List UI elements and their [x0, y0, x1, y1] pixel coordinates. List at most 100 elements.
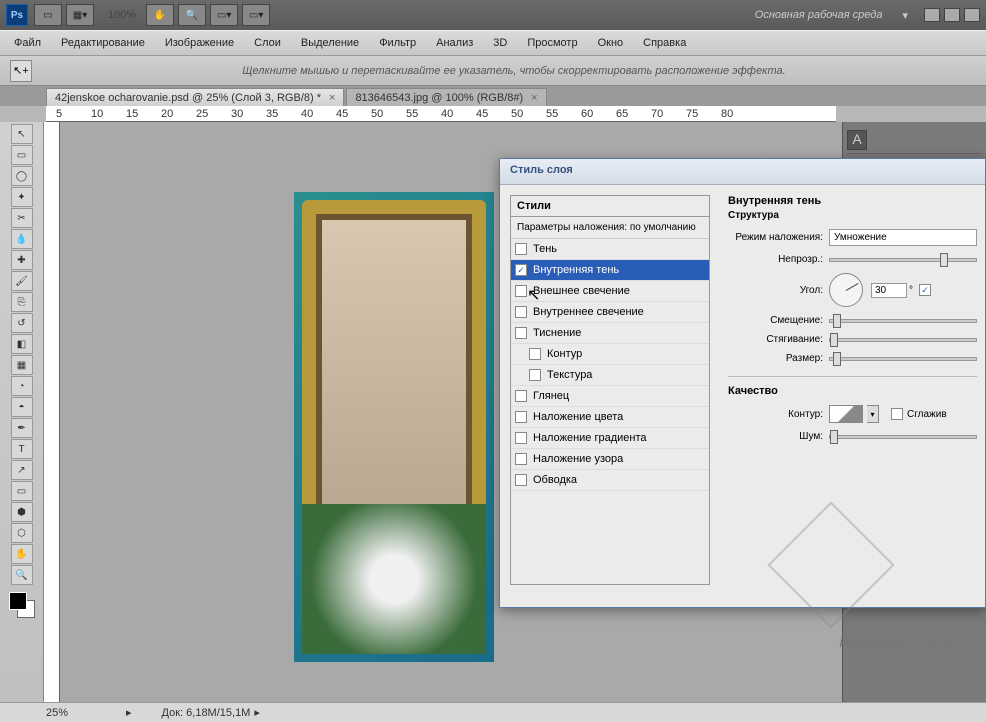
close-icon[interactable]: ×	[329, 92, 335, 104]
zoom-tool-icon[interactable]: 🔍	[178, 4, 206, 26]
path-tool[interactable]: ↗	[11, 460, 33, 480]
titlebar-btn-1[interactable]: ▭	[34, 4, 62, 26]
effect-drop-shadow[interactable]: Тень	[511, 239, 709, 260]
eraser-tool[interactable]: ◧	[11, 334, 33, 354]
effect-satin[interactable]: Глянец	[511, 386, 709, 407]
dialog-title: Стиль слоя	[500, 159, 985, 185]
status-bar: 25% ▸ Док: 6,18M/15,1M ▸	[0, 702, 986, 722]
distance-slider[interactable]	[829, 319, 977, 323]
contour-swatch[interactable]	[829, 405, 863, 423]
move-tool-icon[interactable]: ↖+	[10, 60, 32, 82]
maximize-button[interactable]	[944, 8, 960, 22]
titlebar-btn-2[interactable]: ▦▾	[66, 4, 94, 26]
close-icon[interactable]: ×	[531, 92, 537, 104]
brush-tool[interactable]: 🖌	[11, 271, 33, 291]
effect-contour[interactable]: Контур	[511, 344, 709, 365]
effect-outer-glow[interactable]: Внешнее свечение	[511, 281, 709, 302]
options-hint: Щелкните мышью и перетаскивайте ее указа…	[52, 65, 976, 77]
checkbox[interactable]: ✓	[515, 264, 527, 276]
blend-mode-dropdown[interactable]: Умножение	[829, 229, 977, 246]
anti-alias-checkbox[interactable]	[891, 408, 903, 420]
menu-edit[interactable]: Редактирование	[51, 33, 155, 53]
character-panel[interactable]: A	[847, 126, 982, 154]
move-tool[interactable]: ↖	[11, 124, 33, 144]
vertical-ruler	[44, 122, 60, 702]
noise-slider[interactable]	[829, 435, 977, 439]
color-swatch[interactable]	[9, 592, 35, 618]
effect-color-overlay[interactable]: Наложение цвета	[511, 407, 709, 428]
document-image[interactable]	[294, 192, 494, 662]
effect-pattern-overlay[interactable]: Наложение узора	[511, 449, 709, 470]
effect-inner-glow[interactable]: Внутреннее свечение	[511, 302, 709, 323]
checkbox[interactable]	[529, 348, 541, 360]
hand-tool[interactable]: ✋	[11, 544, 33, 564]
fg-color[interactable]	[9, 592, 27, 610]
3d-tool[interactable]: ⬢	[11, 502, 33, 522]
menu-filter[interactable]: Фильтр	[369, 33, 426, 53]
checkbox[interactable]	[515, 411, 527, 423]
effect-bevel[interactable]: Тиснение	[511, 323, 709, 344]
marquee-tool[interactable]: ▭	[11, 145, 33, 165]
doc-tab-1[interactable]: 42jenskoe ocharovanie.psd @ 25% (Слой 3,…	[46, 88, 344, 106]
gradient-tool[interactable]: ▦	[11, 355, 33, 375]
menu-layer[interactable]: Слои	[244, 33, 291, 53]
type-tool[interactable]: T	[11, 439, 33, 459]
menu-3d[interactable]: 3D	[483, 33, 517, 53]
screen-mode-icon[interactable]: ▭▾	[210, 4, 238, 26]
choke-slider[interactable]	[829, 338, 977, 342]
minimize-button[interactable]	[924, 8, 940, 22]
close-button[interactable]	[964, 8, 980, 22]
status-zoom[interactable]: 25%	[46, 707, 126, 719]
crop-tool[interactable]: ✂	[11, 208, 33, 228]
menu-file[interactable]: Файл	[4, 33, 51, 53]
effect-gradient-overlay[interactable]: Наложение градиента	[511, 428, 709, 449]
effect-inner-shadow[interactable]: ✓Внутренняя тень	[511, 260, 709, 281]
checkbox[interactable]	[515, 285, 527, 297]
menu-help[interactable]: Справка	[633, 33, 696, 53]
checkbox[interactable]	[515, 432, 527, 444]
opacity-slider[interactable]	[829, 258, 977, 262]
contour-dropdown-icon[interactable]: ▾	[867, 405, 879, 423]
zoom-tool[interactable]: 🔍	[11, 565, 33, 585]
menu-image[interactable]: Изображение	[155, 33, 244, 53]
eyedropper-tool[interactable]: 💧	[11, 229, 33, 249]
history-brush-tool[interactable]: ↺	[11, 313, 33, 333]
pen-tool[interactable]: ✒	[11, 418, 33, 438]
checkbox[interactable]	[515, 453, 527, 465]
checkbox[interactable]	[515, 243, 527, 255]
blending-options[interactable]: Параметры наложения: по умолчанию	[511, 217, 709, 239]
wand-tool[interactable]: ✦	[11, 187, 33, 207]
styles-header[interactable]: Стили	[511, 196, 709, 217]
shape-tool[interactable]: ▭	[11, 481, 33, 501]
choke-label: Стягивание:	[728, 334, 823, 345]
menu-analysis[interactable]: Анализ	[426, 33, 483, 53]
checkbox[interactable]	[515, 474, 527, 486]
checkbox[interactable]	[515, 327, 527, 339]
workspace-selector[interactable]: Основная рабочая среда	[755, 9, 883, 21]
3d-cam-tool[interactable]: ⬡	[11, 523, 33, 543]
zoom-indicator: 100%	[108, 9, 136, 21]
checkbox[interactable]	[529, 369, 541, 381]
heal-tool[interactable]: ✚	[11, 250, 33, 270]
status-doc-info: Док: 6,18M/15,1M	[162, 707, 251, 719]
checkbox[interactable]	[515, 390, 527, 402]
anti-alias-label: Сглажив	[907, 409, 947, 420]
effect-texture[interactable]: Текстура	[511, 365, 709, 386]
global-light-checkbox[interactable]: ✓	[919, 284, 931, 296]
dodge-tool[interactable]: ◓	[11, 397, 33, 417]
menu-window[interactable]: Окно	[588, 33, 634, 53]
lasso-tool[interactable]: ◯	[11, 166, 33, 186]
angle-input[interactable]	[871, 283, 907, 298]
menu-view[interactable]: Просмотр	[517, 33, 587, 53]
angle-dial[interactable]	[829, 273, 863, 307]
checkbox[interactable]	[515, 306, 527, 318]
workspace-dropdown-icon[interactable]: ▾	[902, 9, 908, 22]
blur-tool[interactable]: ◔	[11, 376, 33, 396]
arrange-icon[interactable]: ▭▾	[242, 4, 270, 26]
doc-tab-2[interactable]: 813646543.jpg @ 100% (RGB/8#) ×	[346, 88, 546, 106]
menu-select[interactable]: Выделение	[291, 33, 369, 53]
size-slider[interactable]	[829, 357, 977, 361]
effect-stroke[interactable]: Обводка	[511, 470, 709, 491]
stamp-tool[interactable]: ⎘	[11, 292, 33, 312]
hand-tool-icon[interactable]: ✋	[146, 4, 174, 26]
